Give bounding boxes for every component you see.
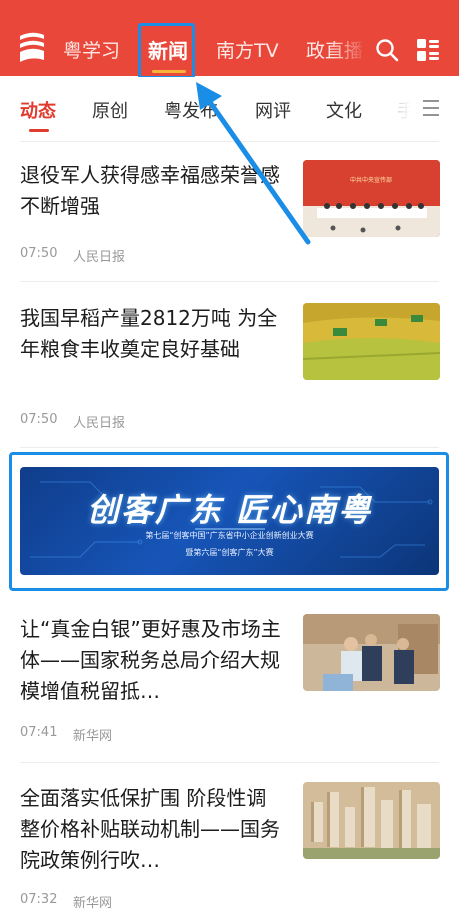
annotation-arrow-icon <box>196 82 311 245</box>
